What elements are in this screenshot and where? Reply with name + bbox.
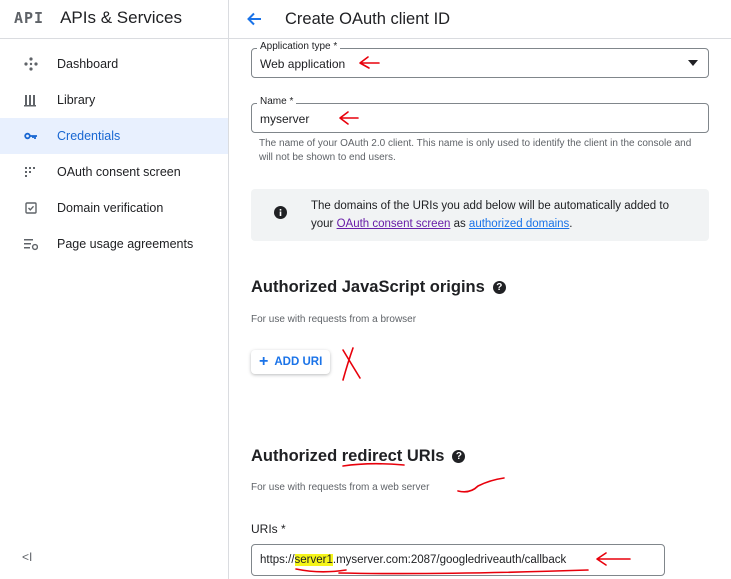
key-icon xyxy=(0,131,57,141)
sidebar-item-label: Domain verification xyxy=(57,201,164,215)
library-icon xyxy=(0,93,57,107)
info-text-part: . xyxy=(569,218,573,230)
application-type-label: Application type * xyxy=(257,41,341,52)
help-icon[interactable]: ? xyxy=(452,450,466,463)
header-divider xyxy=(0,38,731,39)
sidebar-item-label: OAuth consent screen xyxy=(57,165,181,179)
redirect-heading-word: redirect xyxy=(341,447,403,465)
page-title: Create OAuth client ID xyxy=(285,9,451,28)
collapse-sidebar-button[interactable]: <I xyxy=(22,550,32,564)
sidebar-item-label: Page usage agreements xyxy=(57,237,194,251)
page-header: Create OAuth client ID xyxy=(228,0,731,38)
dashboard-icon xyxy=(0,57,57,71)
uri-highlighted-subdomain: server1 xyxy=(294,554,333,566)
redirect-uris-heading: Authorized redirect URIs? xyxy=(251,447,466,466)
js-origins-subtext: For use with requests from a browser xyxy=(251,314,417,325)
sidebar-item-page-usage[interactable]: Page usage agreements xyxy=(0,226,228,262)
sidebar-item-library[interactable]: Library xyxy=(0,82,228,118)
sidebar: API APIs & Services Dashboard Library Cr… xyxy=(0,0,229,579)
back-arrow-icon[interactable] xyxy=(245,9,265,29)
sidebar-item-label: Library xyxy=(57,93,96,107)
add-uri-label: ADD URI xyxy=(274,356,323,368)
js-origins-heading: Authorized JavaScript origins? xyxy=(251,278,506,297)
api-logo: API xyxy=(14,9,45,27)
redirect-uri-input[interactable]: https://server1.myserver.com:2087/google… xyxy=(251,544,665,576)
sidebar-item-oauth-consent[interactable]: OAuth consent screen xyxy=(0,154,228,190)
info-banner: The domains of the URIs you add below wi… xyxy=(251,189,709,241)
help-icon[interactable]: ? xyxy=(492,281,506,294)
sidebar-item-domain-verification[interactable]: Domain verification xyxy=(0,190,228,226)
dropdown-arrow-icon xyxy=(688,60,698,66)
plus-icon: + xyxy=(259,353,269,370)
name-value: myserver xyxy=(260,112,310,126)
consent-icon xyxy=(0,165,57,179)
application-type-select[interactable]: Application type * Web application xyxy=(251,41,709,78)
js-origins-heading-text: Authorized JavaScript origins xyxy=(251,278,485,296)
sidebar-nav: Dashboard Library Credentials OAuth cons… xyxy=(0,46,228,262)
redirect-uri-value: https://server1.myserver.com:2087/google… xyxy=(260,554,566,566)
uri-rest: .myserver.com:2087/googledriveauth/callb… xyxy=(332,554,567,566)
sidebar-item-label: Credentials xyxy=(57,129,121,143)
name-field[interactable]: Name * myserver xyxy=(251,96,709,133)
redirect-heading-pre: Authorized xyxy=(251,447,338,465)
sidebar-item-label: Dashboard xyxy=(57,57,119,71)
redirect-heading-post: URIs xyxy=(406,447,445,465)
brand: API APIs & Services xyxy=(14,6,182,30)
annotation-x-mark xyxy=(342,347,361,381)
uris-label: URIs * xyxy=(251,522,286,536)
authorized-domains-link[interactable]: authorized domains xyxy=(469,218,569,230)
add-uri-button[interactable]: + ADD URI xyxy=(251,350,331,374)
verified-checkbox-icon xyxy=(0,201,57,215)
sidebar-item-dashboard[interactable]: Dashboard xyxy=(0,46,228,82)
info-icon xyxy=(274,206,287,219)
app-title: APIs & Services xyxy=(60,8,182,27)
name-label: Name * xyxy=(257,96,297,107)
application-type-value: Web application xyxy=(260,57,346,71)
annotation-check xyxy=(457,477,505,493)
info-text: The domains of the URIs you add below wi… xyxy=(311,197,691,233)
info-text-part: as xyxy=(450,218,469,230)
settings-list-icon xyxy=(0,237,57,251)
sidebar-item-credentials[interactable]: Credentials xyxy=(0,118,228,154)
redirect-subtext: For use with requests from a web server xyxy=(251,482,430,493)
name-hint: The name of your OAuth 2.0 client. This … xyxy=(259,138,692,163)
oauth-consent-screen-link[interactable]: OAuth consent screen xyxy=(337,218,451,230)
uri-prefix: https:// xyxy=(260,554,295,566)
